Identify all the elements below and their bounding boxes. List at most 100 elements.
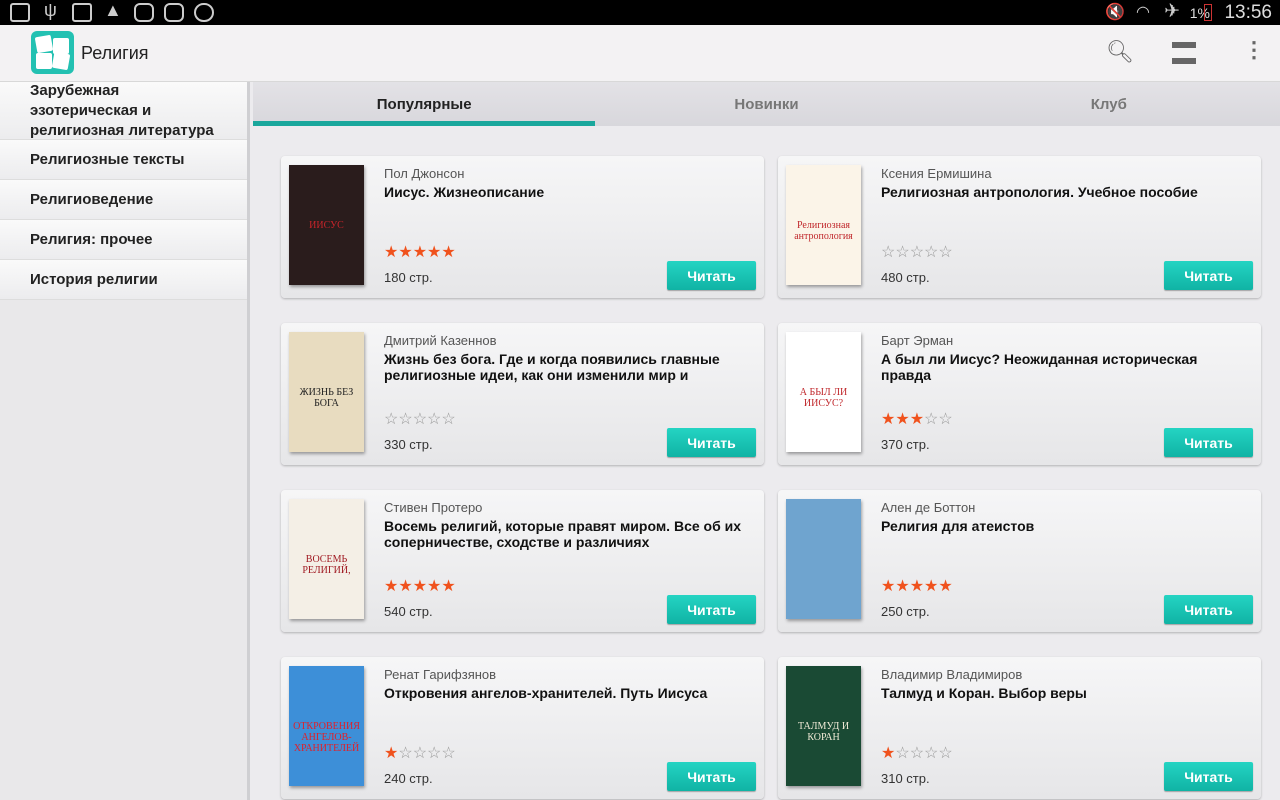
rating-stars: ★★★☆☆ (881, 409, 953, 429)
book-cover[interactable]: А БЫЛ ЛИ ИИСУС? (786, 332, 861, 452)
star-icon: ★ (412, 244, 428, 261)
cover-text: ИИСУС (309, 220, 344, 231)
warning-icon: ▲ (104, 0, 122, 20)
book-cover[interactable] (786, 499, 861, 619)
battery-icon (1204, 4, 1212, 21)
book-author: Ален де Боттон (881, 500, 976, 515)
cover-text: Религиозная антропология (794, 220, 853, 242)
book-title[interactable]: Религиозная антропология. Учебное пособи… (881, 184, 1251, 200)
gallery-icon (164, 3, 184, 22)
book-card[interactable]: ОТКРОВЕНИЯ АНГЕЛОВ-ХРАНИТЕЛЕЙ Ренат Гари… (281, 657, 764, 799)
star-icon: ★ (398, 244, 413, 261)
gallery-icon (134, 3, 154, 22)
rating-stars: ★☆☆☆☆ (384, 743, 456, 763)
book-cover[interactable]: ВОСЕМЬ РЕЛИГИЙ, (289, 499, 364, 619)
book-card[interactable]: ЖИЗНЬ БЕЗ БОГА Дмитрий Казеннов Жизнь бе… (281, 323, 764, 465)
book-author: Ксения Ермишина (881, 166, 992, 181)
page-count: 540 стр. (384, 604, 433, 619)
read-button[interactable]: Читать (667, 428, 756, 457)
read-button[interactable]: Читать (1164, 762, 1253, 791)
book-card[interactable]: Религиозная антропология Ксения Ермишина… (778, 156, 1261, 298)
book-title[interactable]: Иисус. Жизнеописание (384, 184, 754, 200)
bookshelf-icon[interactable] (1172, 42, 1196, 64)
cover-text: ВОСЕМЬ РЕЛИГИЙ, (302, 554, 351, 576)
book-title[interactable]: А был ли Иисус? Неожиданная историческая… (881, 351, 1251, 383)
book-author: Дмитрий Казеннов (384, 333, 497, 348)
star-icon: ☆ (384, 411, 399, 428)
cover-text: ЖИЗНЬ БЕЗ БОГА (299, 387, 354, 409)
search-icon[interactable]: 🔍︎ (1106, 39, 1134, 65)
star-icon: ★ (441, 244, 456, 261)
read-button[interactable]: Читать (667, 762, 756, 791)
read-button[interactable]: Читать (1164, 428, 1253, 457)
sidebar-item-religious-studies[interactable]: Религиоведение (0, 180, 247, 220)
star-icon: ★ (895, 578, 910, 595)
star-icon: ☆ (398, 411, 413, 428)
book-author: Стивен Протеро (384, 500, 483, 515)
page-count: 310 стр. (881, 771, 930, 786)
book-cover[interactable]: ЖИЗНЬ БЕЗ БОГА (289, 332, 364, 452)
star-icon: ★ (384, 244, 399, 261)
book-cover[interactable]: Религиозная антропология (786, 165, 861, 285)
page-count: 330 стр. (384, 437, 433, 452)
book-title[interactable]: Восемь религий, которые правят миром. Вс… (384, 518, 754, 550)
book-cover[interactable]: ТАЛМУД И КОРАН (786, 666, 861, 786)
book-card[interactable]: ИИСУС Пол Джонсон Иисус. Жизнеописание ★… (281, 156, 764, 298)
page-count: 370 стр. (881, 437, 930, 452)
cover-text: ТАЛМУД И КОРАН (797, 721, 850, 743)
clock: 13:56 (1224, 2, 1272, 23)
book-title[interactable]: Откровения ангелов-хранителей. Путь Иису… (384, 685, 754, 701)
star-icon: ★ (938, 578, 953, 595)
book-title[interactable]: Талмуд и Коран. Выбор веры (881, 685, 1251, 701)
app-icon (194, 3, 214, 22)
read-button[interactable]: Читать (667, 261, 756, 290)
tab-new[interactable]: Новинки (595, 82, 937, 126)
star-icon: ★ (412, 578, 428, 595)
screen-rotate-icon (72, 3, 92, 22)
sidebar-item-history-of-religion[interactable]: История религии (0, 260, 247, 300)
sidebar-item-label: Религиоведение (30, 191, 154, 208)
read-button[interactable]: Читать (1164, 261, 1253, 290)
star-icon: ☆ (924, 745, 939, 762)
page-count: 240 стр. (384, 771, 433, 786)
mute-icon: 🔇 (1105, 4, 1125, 21)
book-card[interactable]: А БЫЛ ЛИ ИИСУС? Барт Эрман А был ли Иису… (778, 323, 1261, 465)
category-sidebar: Зарубежная эзотерическая и религиозная л… (0, 82, 250, 800)
book-title[interactable]: Религия для атеистов (881, 518, 1251, 534)
book-cover[interactable]: ИИСУС (289, 165, 364, 285)
cover-text: ОТКРОВЕНИЯ АНГЕЛОВ-ХРАНИТЕЛЕЙ (293, 721, 360, 754)
app-logo-icon[interactable] (31, 31, 74, 74)
sidebar-item-religious-texts[interactable]: Религиозные тексты (0, 140, 247, 180)
star-icon: ☆ (909, 745, 925, 762)
read-button[interactable]: Читать (1164, 595, 1253, 624)
book-cover[interactable]: ОТКРОВЕНИЯ АНГЕЛОВ-ХРАНИТЕЛЕЙ (289, 666, 364, 786)
star-icon: ★ (909, 411, 925, 428)
overflow-menu-icon[interactable]: ⋮ (1243, 37, 1265, 63)
book-card[interactable]: ТАЛМУД И КОРАН Владимир Владимиров Талму… (778, 657, 1261, 799)
star-icon: ☆ (881, 244, 896, 261)
star-icon: ★ (384, 578, 399, 595)
sidebar-item-religion-other[interactable]: Религия: прочее (0, 220, 247, 260)
star-icon: ☆ (895, 745, 910, 762)
tab-club[interactable]: Клуб (938, 82, 1280, 126)
page-count: 480 стр. (881, 270, 930, 285)
star-icon: ★ (398, 578, 413, 595)
sidebar-item-label: История религии (30, 271, 158, 288)
book-card[interactable]: Ален де Боттон Религия для атеистов ★★★★… (778, 490, 1261, 632)
sidebar-item-label: Религия: прочее (30, 231, 153, 248)
star-icon: ★ (427, 578, 442, 595)
star-icon: ★ (427, 244, 442, 261)
book-card[interactable]: ВОСЕМЬ РЕЛИГИЙ, Стивен Протеро Восемь ре… (281, 490, 764, 632)
wifi-icon: ◠ (1136, 4, 1150, 21)
star-icon: ☆ (909, 244, 925, 261)
sidebar-item-foreign-esoteric[interactable]: Зарубежная эзотерическая и религиозная л… (0, 82, 247, 140)
book-title[interactable]: Жизнь без бога. Где и когда появились гл… (384, 351, 754, 383)
star-icon: ☆ (427, 745, 442, 762)
star-icon: ★ (441, 578, 456, 595)
read-button[interactable]: Читать (667, 595, 756, 624)
star-icon: ☆ (441, 411, 456, 428)
star-icon: ☆ (924, 244, 939, 261)
book-author: Ренат Гарифзянов (384, 667, 497, 682)
tab-popular[interactable]: Популярные (253, 82, 596, 126)
rating-stars: ★★★★★ (384, 576, 456, 596)
